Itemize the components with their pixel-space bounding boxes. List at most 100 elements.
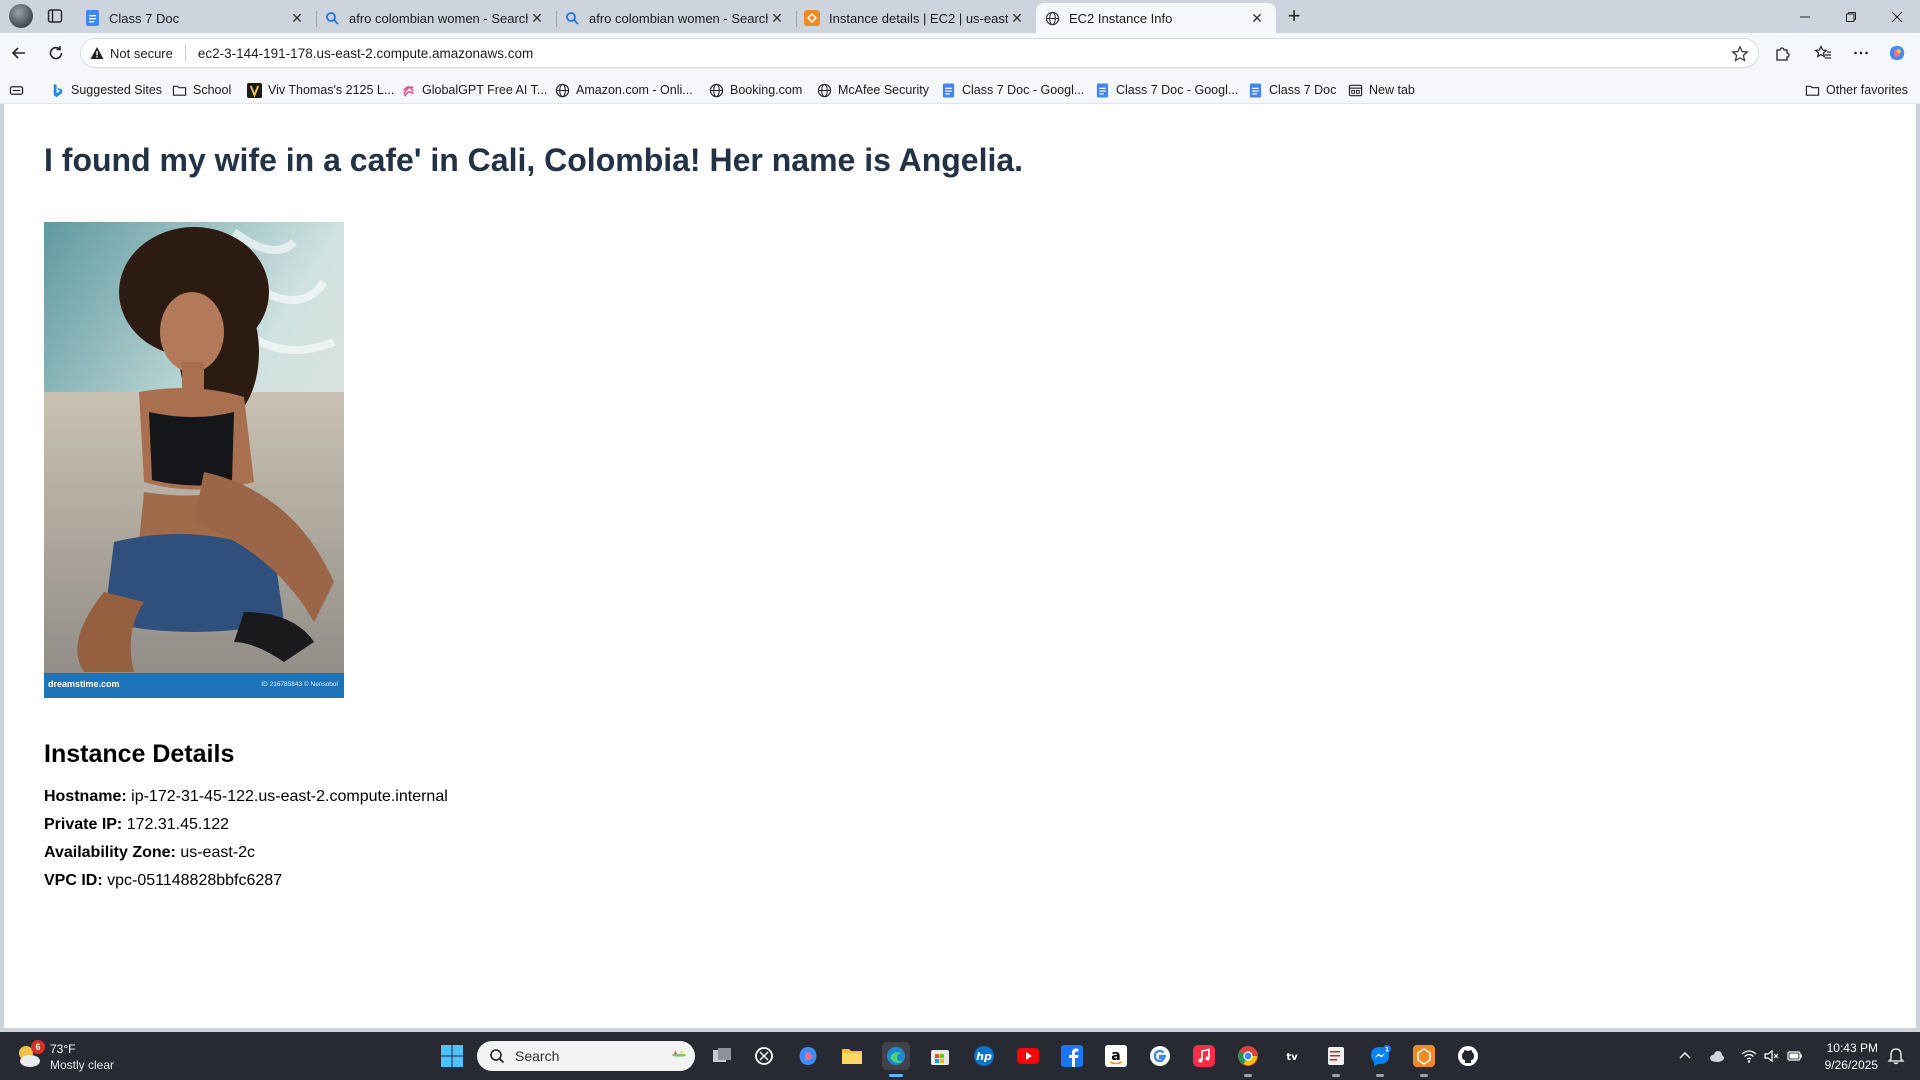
file-explorer-icon[interactable] <box>838 1042 866 1070</box>
google-docs-icon <box>941 82 956 98</box>
tab-title: EC2 Instance Info <box>1069 10 1173 26</box>
bookmark-suggested-sites[interactable]: Suggested Sites <box>50 81 162 99</box>
clock-time[interactable]: 10:43 PM <box>1826 1041 1878 1055</box>
battery-icon[interactable] <box>1786 1047 1804 1065</box>
copilot-icon[interactable] <box>1886 42 1908 64</box>
aws-icon <box>804 10 820 26</box>
github-icon[interactable] <box>1454 1042 1482 1070</box>
search-icon <box>490 1049 505 1064</box>
tab-title: Class 7 Doc <box>109 10 180 26</box>
windows-start-icon[interactable] <box>440 1044 464 1068</box>
hp-icon[interactable]: hp <box>970 1042 998 1070</box>
tab-actions-icon[interactable] <box>46 7 64 25</box>
tab-class-7-doc[interactable]: Class 7 Doc ✕ <box>76 3 317 33</box>
chatgpt-icon[interactable] <box>750 1042 778 1070</box>
bookmark-class-7-doc-1[interactable]: Class 7 Doc - Googl... <box>941 81 1084 99</box>
apple-tv-icon[interactable]: tv <box>1278 1042 1306 1070</box>
instance-details-heading: Instance Details <box>44 740 235 768</box>
notepad-icon[interactable] <box>1322 1042 1350 1077</box>
bookmark-other-favorites[interactable]: Other favorites <box>1805 81 1908 99</box>
detail-label: Availability Zone: <box>44 844 176 861</box>
restore-button[interactable] <box>1828 0 1874 33</box>
detail-label: VPC ID: <box>44 872 103 889</box>
minimize-button[interactable] <box>1782 0 1828 33</box>
tab-afro-colombian-search-1[interactable]: afro colombian women - Search ✕ <box>316 3 557 33</box>
woman-photo: dreamstime.com ID 216785843 © Nensobol <box>44 222 344 698</box>
bookmark-label: McAfee Security <box>838 83 930 97</box>
weather-alert-badge: 6 <box>31 1040 45 1054</box>
close-icon[interactable]: ✕ <box>1248 9 1266 27</box>
globe-icon <box>555 83 570 98</box>
close-icon[interactable]: ✕ <box>768 9 786 27</box>
detail-label: Hostname: <box>44 788 127 805</box>
page-title: I found my wife in a cafe' in Cali, Colo… <box>44 142 1024 178</box>
facebook-icon[interactable] <box>1058 1042 1086 1070</box>
bookmark-class-7-doc-3[interactable]: Class 7 Doc <box>1248 81 1336 99</box>
svg-text:a: a <box>1111 1048 1120 1064</box>
onedrive-icon[interactable] <box>1708 1047 1726 1065</box>
close-icon[interactable]: ✕ <box>1008 9 1026 27</box>
bookmark-viv-thomas[interactable]: Viv Thomas's 2125 L... <box>247 81 394 99</box>
chevron-up-icon[interactable] <box>1676 1047 1694 1065</box>
amazon-icon[interactable]: a <box>1102 1042 1130 1070</box>
back-button[interactable] <box>8 42 30 64</box>
bookmark-mcafee[interactable]: McAfee Security <box>817 81 929 99</box>
bookmark-class-7-doc-2[interactable]: Class 7 Doc - Googl... <box>1095 81 1238 99</box>
detail-hostname: Hostname: ip-172-31-45-122.us-east-2.com… <box>44 788 448 806</box>
security-label[interactable]: Not secure <box>110 46 173 61</box>
notification-bell-icon[interactable] <box>1886 1046 1906 1066</box>
close-icon[interactable]: ✕ <box>288 9 306 27</box>
bookmark-label: Other favorites <box>1826 83 1908 97</box>
tab-title: afro colombian women - Search <box>349 10 528 26</box>
copilot-icon[interactable] <box>794 1042 822 1070</box>
aws-icon[interactable] <box>1410 1042 1438 1077</box>
tab-ec2-instance-details[interactable]: Instance details | EC2 | us-east-2 ✕ <box>796 3 1036 33</box>
youtube-icon[interactable] <box>1014 1042 1042 1070</box>
search-icon <box>324 10 340 26</box>
wifi-icon[interactable] <box>1740 1047 1758 1065</box>
bookmark-booking[interactable]: Booking.com <box>709 81 802 99</box>
clock-date[interactable]: 9/26/2025 <box>1816 1058 1878 1072</box>
more-options-icon[interactable] <box>1850 42 1872 64</box>
weather-temperature: 73°F <box>50 1042 76 1056</box>
photo-illustration <box>44 222 344 698</box>
bookmark-globalgpt[interactable]: GlobalGPT Free AI T... <box>401 81 547 99</box>
favorites-icon[interactable] <box>1812 42 1834 64</box>
bookmark-label: Viv Thomas's 2125 L... <box>268 83 395 97</box>
tab-ec2-instance-info[interactable]: EC2 Instance Info ✕ <box>1036 3 1276 33</box>
apple-music-icon[interactable] <box>1190 1042 1218 1070</box>
svg-text:tv: tv <box>1286 1052 1298 1063</box>
page-content: I found my wife in a cafe' in Cali, Colo… <box>4 104 1916 1028</box>
bookmark-new-tab[interactable]: New tab <box>1348 81 1415 99</box>
tab-afro-colombian-search-2[interactable]: afro colombian women - Search I ✕ <box>556 3 797 33</box>
detail-vpc-id: VPC ID: vpc-051148828bbfc6287 <box>44 872 282 890</box>
ms-store-icon[interactable] <box>926 1042 954 1070</box>
address-bar[interactable]: Not secure ec2-3-144-191-178.us-east-2.c… <box>80 38 1759 68</box>
taskbar: 6 73°F Mostly clear Search hp a tv 1 10:… <box>0 1032 1920 1080</box>
warning-icon[interactable] <box>90 46 104 60</box>
extensions-icon[interactable] <box>1772 42 1794 64</box>
chrome-icon[interactable] <box>1234 1042 1262 1077</box>
photo-id: ID 216785843 © Nensobol <box>261 681 338 688</box>
bookmark-label: Booking.com <box>730 83 803 97</box>
profile-avatar[interactable] <box>9 4 33 28</box>
messenger-icon[interactable]: 1 <box>1366 1042 1394 1077</box>
favorite-star-icon[interactable] <box>1731 45 1749 63</box>
task-view-icon[interactable] <box>708 1042 736 1070</box>
taskbar-search[interactable]: Search <box>477 1041 695 1071</box>
close-icon[interactable]: ✕ <box>528 9 546 27</box>
url-text[interactable]: ec2-3-144-191-178.us-east-2.compute.amaz… <box>198 46 533 61</box>
new-tab-button[interactable]: + <box>1282 5 1306 29</box>
collections-icon[interactable] <box>9 81 30 99</box>
bookmark-label: GlobalGPT Free AI T... <box>422 83 548 97</box>
google-icon[interactable] <box>1146 1042 1174 1070</box>
volume-muted-icon[interactable] <box>1762 1047 1780 1065</box>
bookmark-label: Class 7 Doc - Googl... <box>1116 83 1239 97</box>
close-window-button[interactable] <box>1874 0 1920 33</box>
detail-private-ip: Private IP: 172.31.45.122 <box>44 816 229 834</box>
edge-icon[interactable] <box>882 1042 910 1077</box>
bookmark-amazon[interactable]: Amazon.com - Onli... <box>555 81 693 99</box>
bookmark-school[interactable]: School <box>172 81 231 99</box>
refresh-button[interactable] <box>45 42 67 64</box>
bookmark-label: New tab <box>1369 83 1415 97</box>
